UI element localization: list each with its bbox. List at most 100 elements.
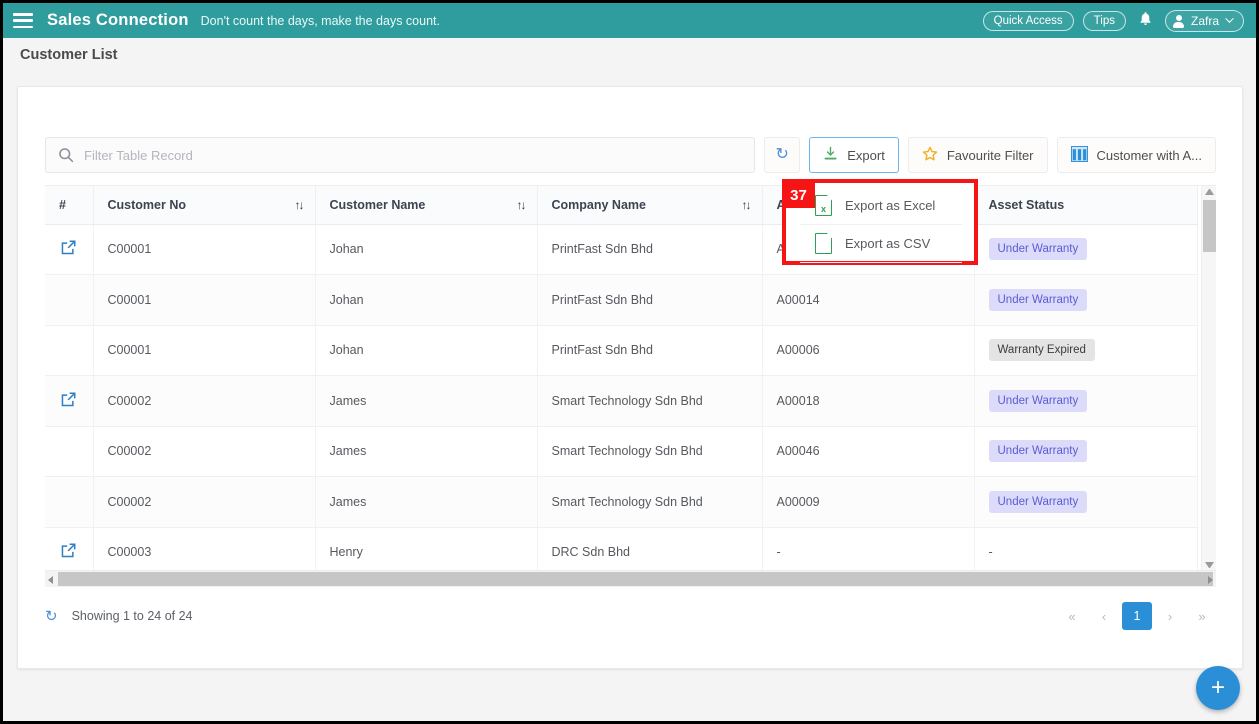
cell-open[interactable]	[45, 375, 94, 427]
header-actions: Quick Access Tips Zafra	[982, 9, 1244, 32]
pagination-next[interactable]: ›	[1156, 603, 1184, 630]
cell-company-name: PrintFast Sdn Bhd	[537, 274, 763, 326]
pagination-first[interactable]: «	[1058, 603, 1086, 630]
column-header-asset-status: Asset Status	[974, 186, 1198, 225]
table-row[interactable]: C00002 James Smart Technology Sdn Bhd A0004…	[45, 426, 1198, 477]
cell-company-name: Smart Technology Sdn Bhd	[537, 476, 763, 528]
column-header-company-name[interactable]: Company Name ↑↓	[537, 186, 763, 225]
cell-open[interactable]	[45, 224, 94, 275]
scroll-up-icon[interactable]	[1205, 189, 1214, 195]
cell-asset-no: A00014	[762, 274, 975, 326]
column-header-customer-name[interactable]: Customer Name ↑↓	[315, 186, 538, 225]
cell-customer-name: Johan	[315, 325, 538, 376]
application-window: Sales Connection Don't count the days, m…	[0, 0, 1259, 724]
app-header: Sales Connection Don't count the days, m…	[3, 3, 1256, 38]
cell-asset-status: Under Warranty	[974, 476, 1198, 528]
cell-asset-status: Under Warranty	[974, 224, 1198, 275]
menu-item-export-csv[interactable]: Export as CSV	[800, 225, 962, 263]
refresh-icon: ↻	[775, 146, 789, 163]
cell-company-name: DRC Sdn Bhd	[537, 527, 763, 570]
vertical-scroll-thumb[interactable]	[1203, 200, 1216, 252]
tips-button[interactable]: Tips	[1082, 10, 1126, 31]
export-button[interactable]: Export	[809, 137, 899, 173]
pagination-last[interactable]: »	[1188, 603, 1216, 630]
chevron-down-icon	[1225, 17, 1234, 23]
cell-open[interactable]	[45, 527, 94, 570]
table-row[interactable]: C00002 James Smart Technology Sdn Bhd A0000…	[45, 476, 1198, 528]
cell-customer-no: C00003	[93, 527, 316, 570]
user-menu[interactable]: Zafra	[1164, 9, 1244, 32]
customer-table-container: # Customer No ↑↓ Customer Name ↑↓ Compan…	[45, 185, 1216, 570]
table-row[interactable]: C00001JohanPrintFast Sdn BhdA00004Under …	[45, 224, 1198, 275]
column-header-customer-no[interactable]: Customer No ↑↓	[93, 186, 316, 225]
column-header-index: #	[45, 186, 94, 225]
quick-access-button[interactable]: Quick Access	[982, 10, 1074, 31]
table-header-row: # Customer No ↑↓ Customer Name ↑↓ Compan…	[45, 186, 1198, 225]
table-row[interactable]: C00001 Johan PrintFast Sdn Bhd A00006 Warran…	[45, 325, 1198, 376]
cell-customer-no: C00002	[93, 375, 316, 427]
page-title: Customer List	[20, 46, 118, 63]
view-selector-button[interactable]: Customer with A...	[1056, 137, 1216, 173]
footer-status: ↻ Showing 1 to 24 of 24	[45, 609, 193, 624]
cell-asset-no: A00018	[762, 375, 975, 427]
cell-customer-name: James	[315, 476, 538, 528]
sort-icon[interactable]: ↑↓	[742, 198, 752, 212]
scroll-down-icon[interactable]	[1205, 562, 1214, 568]
column-label: Customer Name	[329, 197, 426, 212]
table-footer: ↻ Showing 1 to 24 of 24 « ‹ 1 › »	[45, 592, 1216, 640]
pagination: « ‹ 1 › »	[1058, 602, 1216, 630]
pagination-prev[interactable]: ‹	[1090, 603, 1118, 630]
cell-asset-no: -	[762, 527, 975, 570]
footer-refresh-icon[interactable]: ↻	[45, 609, 58, 624]
add-customer-fab[interactable]: +	[1196, 666, 1240, 710]
download-icon	[823, 146, 838, 164]
search-input[interactable]	[84, 147, 743, 163]
sort-icon[interactable]: ↑↓	[517, 198, 527, 212]
cell-customer-name: James	[315, 426, 538, 477]
menu-item-label: Export as CSV	[845, 236, 931, 251]
cell-company-name: PrintFast Sdn Bhd	[537, 224, 763, 275]
cell-asset-status: Under Warranty	[974, 375, 1198, 427]
sort-icon[interactable]: ↑↓	[295, 198, 305, 212]
avatar	[1173, 14, 1185, 28]
user-name: Zafra	[1190, 13, 1219, 28]
csv-file-icon	[815, 233, 832, 254]
excel-file-icon: x	[815, 195, 832, 216]
bell-icon[interactable]	[1135, 11, 1156, 30]
cell-company-name: Smart Technology Sdn Bhd	[537, 375, 763, 427]
open-record-icon[interactable]	[60, 391, 77, 408]
page-title-bar: Customer List	[3, 38, 1256, 71]
favourite-filter-button[interactable]: Favourite Filter	[907, 137, 1048, 173]
cell-customer-no: C00002	[93, 476, 316, 528]
brand-title: Sales Connection	[47, 11, 189, 29]
table-vertical-scrollbar[interactable]	[1201, 186, 1216, 570]
filter-search-box[interactable]	[45, 137, 756, 173]
menu-item-label: Export as Excel	[845, 198, 936, 213]
showing-records-text: Showing 1 to 24 of 24	[71, 609, 193, 623]
view-selector-label: Customer with A...	[1096, 147, 1202, 163]
open-record-icon[interactable]	[60, 239, 77, 256]
cell-open	[45, 426, 94, 477]
cell-asset-status: Under Warranty	[974, 426, 1198, 477]
table-horizontal-scrollbar[interactable]	[45, 570, 1216, 587]
horizontal-scroll-thumb[interactable]	[58, 572, 1213, 586]
column-label: Customer No	[107, 197, 186, 212]
table-head: # Customer No ↑↓ Customer Name ↑↓ Compan…	[45, 186, 1198, 225]
pagination-page-1[interactable]: 1	[1122, 602, 1152, 630]
scroll-left-icon[interactable]	[48, 576, 53, 584]
cell-asset-status: Warranty Expired	[974, 325, 1198, 376]
table-row[interactable]: C00002 James Smart Technology Sdn Bhd A0001…	[45, 375, 1198, 427]
brand-tagline: Don't count the days, make the days coun…	[200, 13, 440, 28]
menu-item-export-excel[interactable]: x Export as Excel	[800, 187, 962, 225]
refresh-button[interactable]: ↻	[764, 137, 801, 173]
table-row[interactable]: C00003 Henry DRC Sdn Bhd - -	[45, 527, 1198, 570]
table-row[interactable]: C00001 Johan PrintFast Sdn Bhd A00014 Under …	[45, 274, 1198, 326]
search-icon	[58, 147, 74, 163]
column-label: Asset Status	[988, 197, 1065, 212]
status-badge: Warranty Expired	[988, 339, 1095, 362]
open-record-icon[interactable]	[60, 542, 77, 559]
scroll-right-icon[interactable]	[1208, 576, 1213, 584]
hamburger-icon[interactable]	[13, 13, 33, 28]
cell-company-name: Smart Technology Sdn Bhd	[537, 426, 763, 477]
status-badge: -	[988, 545, 993, 560]
